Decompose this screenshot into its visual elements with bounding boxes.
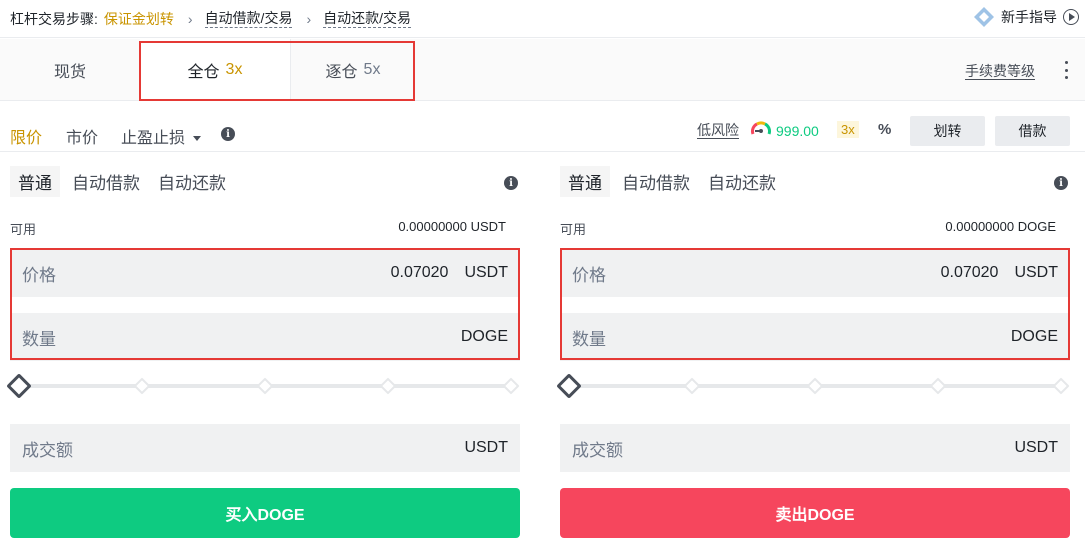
slider-tick-25[interactable] [683,377,701,395]
info-icon[interactable]: i [221,127,235,141]
order-type-stop-limit[interactable]: 止盈止损 [121,124,202,148]
info-icon[interactable]: i [1054,176,1068,190]
sell-amount-slider[interactable] [556,373,1070,399]
order-type-market[interactable]: 市价 [66,124,98,148]
slider-tick-50[interactable] [256,377,274,395]
available-label: 可用 [560,222,587,237]
buy-total-input[interactable]: 成交额 USDT [10,424,520,472]
order-type-bar: 限价 市价 止盈止损 i 低风险 999.00 3x % 划转 借款 [0,102,1085,152]
highlight-box-tabs [139,41,415,101]
total-unit: USDT [1014,439,1058,456]
tab-spot-label: 现货 [53,64,86,81]
total-label: 成交额 [572,440,623,460]
trading-guide-bar: 杠杆交易步骤: 保证金划转 › 自动借款/交易 › 自动还款/交易 新手指导 [0,0,1085,38]
chevron-right-icon: › [306,10,312,27]
transfer-button[interactable]: 划转 [910,116,985,146]
percent-icon[interactable]: % [878,121,891,138]
available-balance: 可用 0.00000000 USDT [10,219,506,238]
borrow-button[interactable]: 借款 [995,116,1070,146]
guide-step-auto-borrow[interactable]: 自动借款/交易 [204,9,293,28]
info-icon[interactable]: i [504,176,518,190]
available-value: 0.00000000 DOGE [945,219,1056,234]
margin-level-value: 999.00 [776,123,819,139]
slider-tick-75[interactable] [379,377,397,395]
mode-auto-repay[interactable]: 自动还款 [708,166,776,197]
risk-level-link[interactable]: 低风险 [697,122,739,139]
buy-panel: 普通 自动借款 自动还款 i 可用 0.00000000 USDT 价格 0.0… [6,153,520,554]
buy-doge-button[interactable]: 买入DOGE [10,488,520,538]
available-balance: 可用 0.00000000 DOGE [560,219,1056,238]
leverage-badge: 3x [837,121,859,138]
tab-spot[interactable]: 现货 [0,39,140,101]
order-type-limit[interactable]: 限价 [10,124,42,148]
newbie-guide[interactable]: 新手指导 [973,6,1079,28]
buy-mode-tabs: 普通 自动借款 自动还款 [10,165,244,197]
slider-handle[interactable] [6,373,32,399]
chevron-right-icon: › [187,10,193,27]
mode-normal[interactable]: 普通 [10,165,60,197]
newbie-guide-label: 新手指导 [1001,9,1057,25]
fee-level-link[interactable]: 手续费等级 [965,63,1035,80]
mode-normal[interactable]: 普通 [560,165,610,197]
sell-mode-tabs: 普通 自动借款 自动还款 [560,165,794,197]
risk-gauge-icon [751,121,771,135]
caret-down-icon [193,136,202,142]
sell-panel: 普通 自动借款 自动还款 i 可用 0.00000000 DOGE 价格 0.0… [556,153,1070,554]
mode-auto-borrow[interactable]: 自动借款 [622,166,690,197]
more-options-icon[interactable] [1065,61,1069,79]
total-label: 成交额 [22,440,73,460]
brand-logo-icon [974,7,994,27]
slider-handle[interactable] [556,373,582,399]
highlight-box-sell-inputs [560,248,1070,360]
highlight-box-buy-inputs [10,248,520,360]
slider-tick-25[interactable] [133,377,151,395]
slider-tick-100[interactable] [1052,377,1070,395]
mode-auto-borrow[interactable]: 自动借款 [72,166,140,197]
available-value: 0.00000000 USDT [398,219,506,234]
guide-step-transfer[interactable]: 保证金划转 [104,9,174,29]
mode-auto-repay[interactable]: 自动还款 [158,166,226,197]
guide-title: 杠杆交易步骤: [10,10,98,27]
play-icon[interactable] [1063,9,1079,25]
order-type-stop-limit-label: 止盈止损 [121,130,186,147]
guide-step-auto-repay[interactable]: 自动还款/交易 [323,9,412,28]
slider-tick-100[interactable] [502,377,520,395]
total-unit: USDT [464,439,508,456]
sell-total-input[interactable]: 成交额 USDT [560,424,1070,472]
slider-tick-75[interactable] [929,377,947,395]
sell-doge-button[interactable]: 卖出DOGE [560,488,1070,538]
buy-amount-slider[interactable] [6,373,520,399]
available-label: 可用 [10,222,37,237]
slider-tick-50[interactable] [806,377,824,395]
